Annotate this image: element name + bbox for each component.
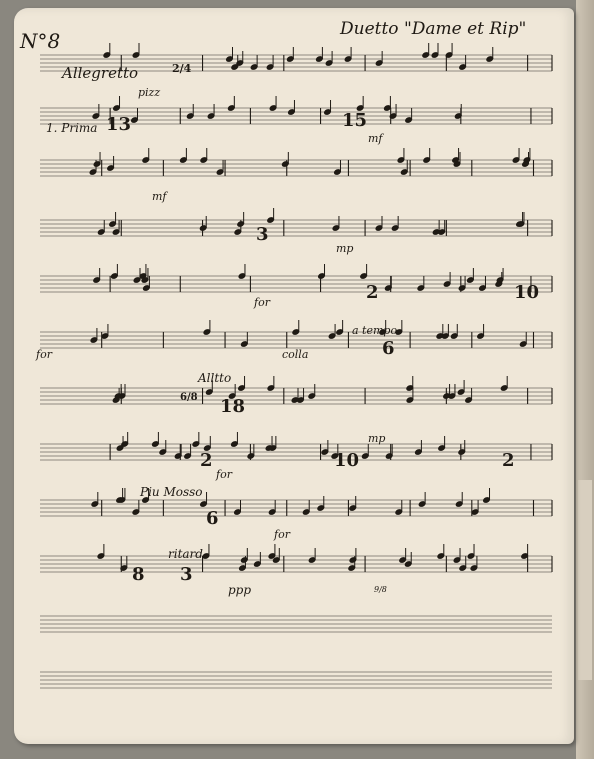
colla-marking: colla [282,348,308,361]
rest-count-18: 18 [220,396,245,417]
dynamic-for-2: for [35,348,53,361]
dynamic-mp-2: mp [368,432,385,445]
piece-number: N°8 [19,29,60,53]
dynamic-for-4: for [273,528,291,541]
rest-count-15: 15 [342,110,367,131]
piece-title: Duetto "Dame et Rip" [339,19,526,39]
dynamic-mf-2: mf [152,190,168,203]
dynamic-mf-1: mf [368,132,384,145]
prima-marking: 1. Prima [46,121,97,135]
rest-count-3b: 3 [180,564,193,585]
rest-count-2a: 2 [366,282,379,303]
rest-count-8: 8 [132,564,145,585]
rest-count-6a: 6 [382,338,395,359]
rest-count-6b: 6 [206,508,219,529]
dynamic-for-1: for [253,296,271,309]
tempo-marking: Allegretto [60,64,138,82]
dynamic-for-3: for [215,468,233,481]
a-tempo-marking: a tempo [352,324,397,337]
score-sheet: N°8 Duetto "Dame et Rip" Allegretto 2/4 … [19,19,553,689]
allegro-marking: Alltto [197,371,231,385]
ritard-marking: ritard [168,547,203,561]
pizz-marking: pizz [138,86,160,99]
rest-count-10a: 10 [514,282,539,303]
piu-mosso-marking: Piu Mosso [139,485,203,499]
rest-count-2b: 2 [200,450,213,471]
corner-pencil-mark: 9/8 [374,585,387,594]
time-signature-68: 6/8 [180,392,198,403]
dynamic-ppp: ppp [228,583,251,597]
rest-count-3a: 3 [256,224,269,245]
dynamic-mp-1: mp [336,242,353,255]
rest-count-13: 13 [106,114,131,135]
rest-count-2c: 2 [502,450,515,471]
staves [40,54,552,689]
rest-count-10b: 10 [334,450,359,471]
time-signature: 2/4 [172,62,192,75]
